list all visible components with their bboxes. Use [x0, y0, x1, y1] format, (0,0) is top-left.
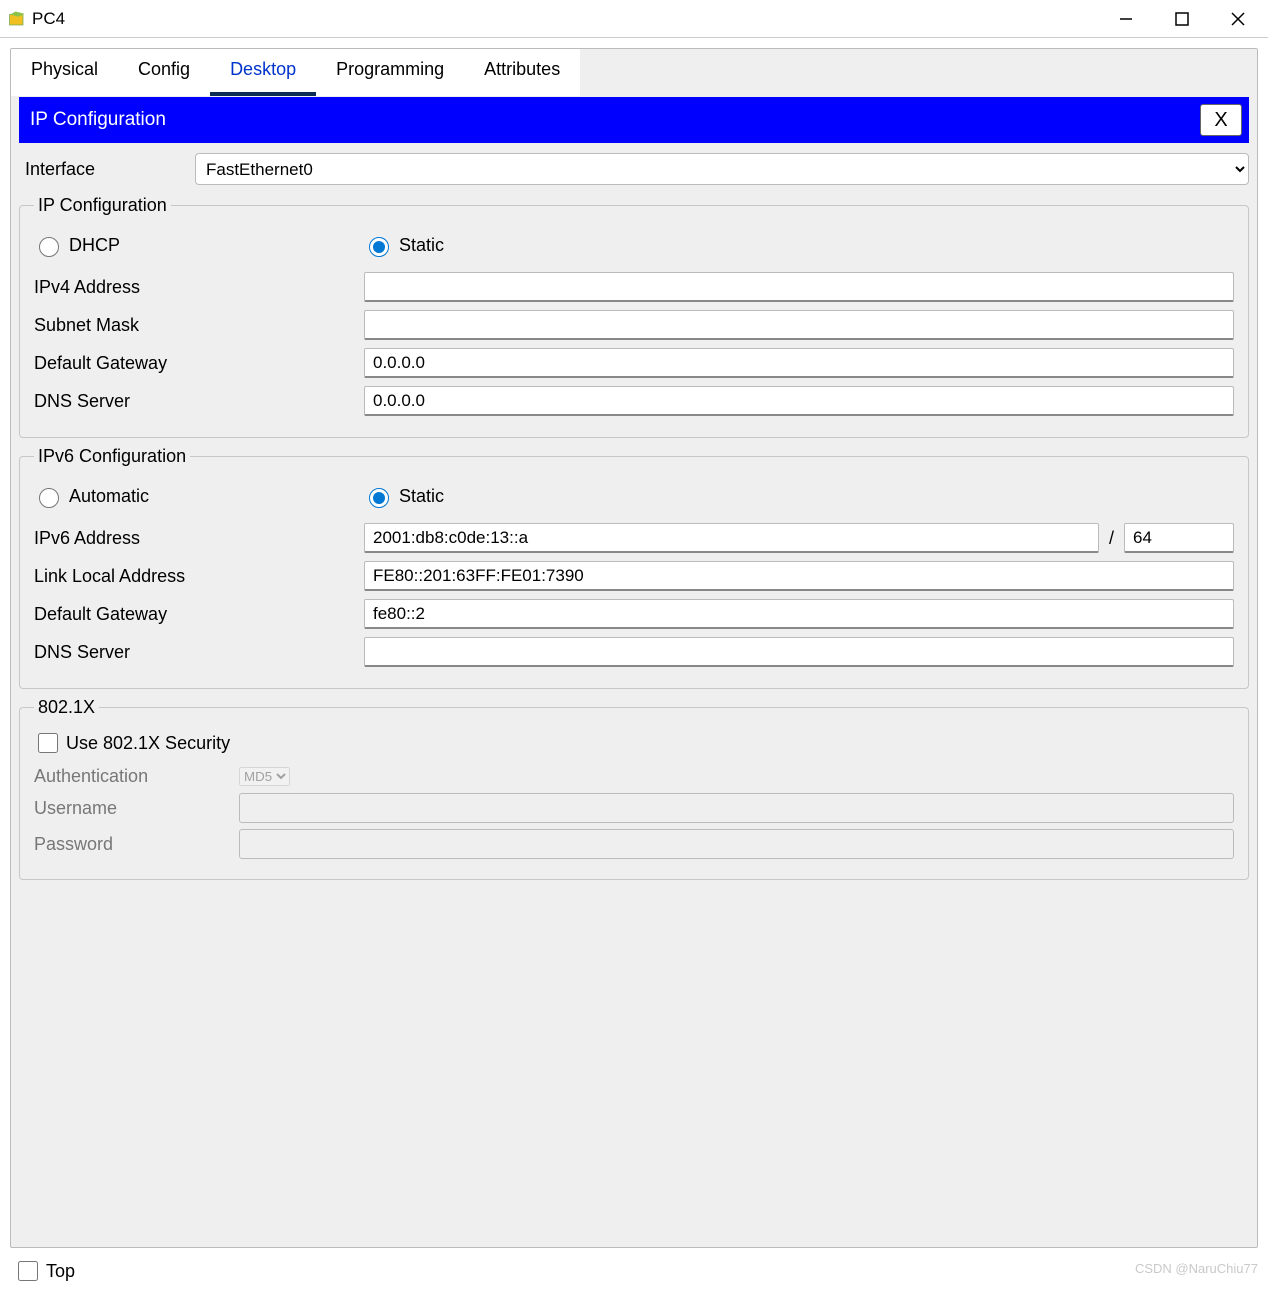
window-title: PC4 — [32, 9, 1098, 29]
tab-physical[interactable]: Physical — [11, 49, 118, 96]
maximize-button[interactable] — [1154, 0, 1210, 38]
ip-dhcp-radio[interactable]: DHCP — [34, 234, 364, 257]
mask-label: Subnet Mask — [34, 315, 364, 336]
ipv6-config-group: IPv6 Configuration Automatic Static IPv6… — [19, 446, 1249, 689]
dns-label: DNS Server — [34, 391, 364, 412]
ipv6-gw-input[interactable] — [364, 599, 1234, 629]
ipv6-addr-input[interactable] — [364, 523, 1099, 553]
dot1x-legend: 802.1X — [34, 697, 99, 718]
pane-close-button[interactable]: X — [1200, 104, 1242, 136]
dot1x-use-checkbox[interactable]: Use 802.1X Security — [34, 730, 1234, 756]
app-icon — [8, 10, 26, 28]
pane-header: IP Configuration X — [19, 97, 1249, 143]
close-button[interactable] — [1210, 0, 1266, 38]
interface-select[interactable]: FastEthernet0 — [195, 153, 1249, 185]
dot1x-user-input — [239, 793, 1234, 823]
ip-static-radio[interactable]: Static — [364, 234, 444, 257]
ipv6-slash: / — [1109, 528, 1114, 549]
ipv4-label: IPv4 Address — [34, 277, 364, 298]
ipv6-lla-label: Link Local Address — [34, 566, 364, 587]
watermark: CSDN @NaruChiu77 — [1135, 1261, 1258, 1276]
top-checkbox[interactable]: Top — [0, 1248, 1268, 1294]
tab-attributes[interactable]: Attributes — [464, 49, 580, 96]
ipv6-lla-input[interactable] — [364, 561, 1234, 591]
ipv6-prefix-input[interactable] — [1124, 523, 1234, 553]
ipv6-config-legend: IPv6 Configuration — [34, 446, 190, 467]
dot1x-group: 802.1X Use 802.1X Security Authenticatio… — [19, 697, 1249, 880]
ipv6-auto-radio[interactable]: Automatic — [34, 485, 364, 508]
ipv6-dns-label: DNS Server — [34, 642, 364, 663]
ipv6-static-radio[interactable]: Static — [364, 485, 444, 508]
dns-input[interactable] — [364, 386, 1234, 416]
tab-desktop[interactable]: Desktop — [210, 49, 316, 96]
dot1x-auth-label: Authentication — [34, 766, 239, 787]
pane-title: IP Configuration — [30, 109, 1200, 131]
ipv6-gw-label: Default Gateway — [34, 604, 364, 625]
minimize-button[interactable] — [1098, 0, 1154, 38]
tab-programming[interactable]: Programming — [316, 49, 464, 96]
gw-label: Default Gateway — [34, 353, 364, 374]
main-panel: Physical Config Desktop Programming Attr… — [10, 48, 1258, 1248]
ipv6-dns-input[interactable] — [364, 637, 1234, 667]
ipv4-input[interactable] — [364, 272, 1234, 302]
ip-config-group: IP Configuration DHCP Static IPv4 Addres… — [19, 195, 1249, 438]
gw-input[interactable] — [364, 348, 1234, 378]
dot1x-pass-input — [239, 829, 1234, 859]
window-titlebar: PC4 — [0, 0, 1268, 38]
dot1x-pass-label: Password — [34, 834, 239, 855]
dot1x-user-label: Username — [34, 798, 239, 819]
ipv6-addr-label: IPv6 Address — [34, 528, 364, 549]
tab-config[interactable]: Config — [118, 49, 210, 96]
ip-config-legend: IP Configuration — [34, 195, 171, 216]
interface-label: Interface — [25, 159, 195, 180]
mask-input[interactable] — [364, 310, 1234, 340]
dot1x-auth-select: MD5 — [239, 767, 290, 786]
tab-bar: Physical Config Desktop Programming Attr… — [11, 49, 1257, 97]
